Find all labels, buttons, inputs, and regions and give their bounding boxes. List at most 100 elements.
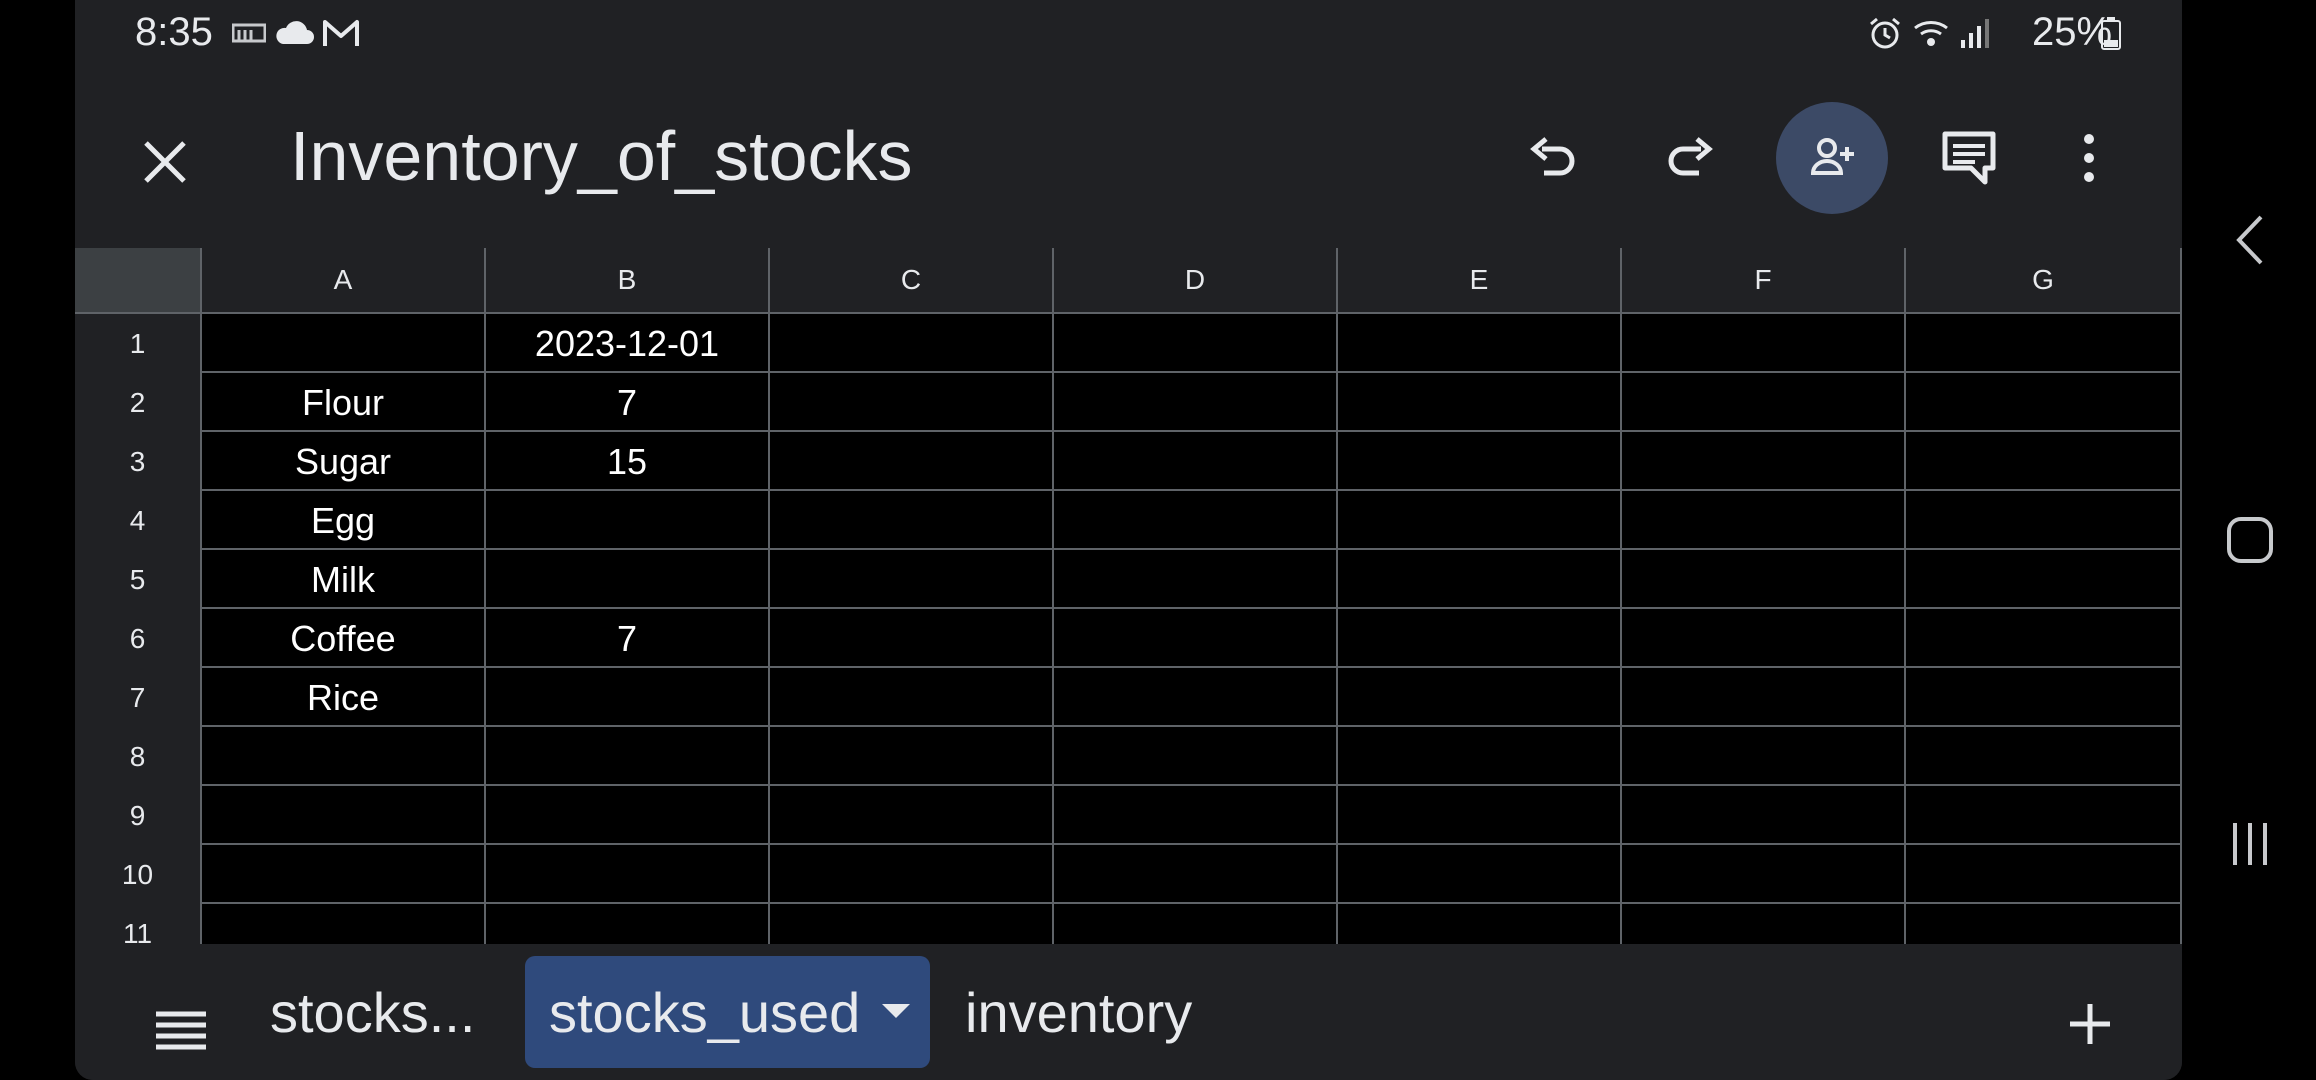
column-header-g[interactable]: G (1906, 248, 2182, 314)
row-header[interactable]: 5 (75, 550, 202, 609)
cell-d9[interactable] (1054, 786, 1338, 845)
cell-d4[interactable] (1054, 491, 1338, 550)
column-header-d[interactable]: D (1054, 248, 1338, 314)
cell-c3[interactable] (770, 432, 1054, 491)
column-header-c[interactable]: C (770, 248, 1054, 314)
cell-a9[interactable] (202, 786, 486, 845)
cell-e1[interactable] (1338, 314, 1622, 373)
document-title[interactable]: Inventory_of_stocks (290, 116, 913, 196)
cell-d3[interactable] (1054, 432, 1338, 491)
spreadsheet-grid[interactable]: ABCDEFG 1 2023-12-01 2 Flour 7 3 Sugar 15 4 Egg 5 M… (75, 248, 2182, 944)
cell-g6[interactable] (1906, 609, 2182, 668)
cell-f8[interactable] (1622, 727, 1906, 786)
cell-f6[interactable] (1622, 609, 1906, 668)
cell-d11[interactable] (1054, 904, 1338, 944)
sheet-tab-active[interactable]: stocks_used (525, 956, 930, 1068)
cell-b2[interactable]: 7 (486, 373, 770, 432)
cell-a2[interactable]: Flour (202, 373, 486, 432)
sheet-tab[interactable]: inventory (965, 956, 1265, 1068)
row-header[interactable]: 1 (75, 314, 202, 373)
cell-g1[interactable] (1906, 314, 2182, 373)
cell-g3[interactable] (1906, 432, 2182, 491)
cell-b5[interactable] (486, 550, 770, 609)
cell-c8[interactable] (770, 727, 1054, 786)
cell-a5[interactable]: Milk (202, 550, 486, 609)
cell-d6[interactable] (1054, 609, 1338, 668)
cell-b11[interactable] (486, 904, 770, 944)
add-sheet-button[interactable] (2050, 984, 2130, 1064)
cell-b6[interactable]: 7 (486, 609, 770, 668)
cell-e8[interactable] (1338, 727, 1622, 786)
close-button[interactable] (125, 122, 205, 202)
cell-c7[interactable] (770, 668, 1054, 727)
cell-b8[interactable] (486, 727, 770, 786)
cell-e2[interactable] (1338, 373, 1622, 432)
cell-c5[interactable] (770, 550, 1054, 609)
cell-c4[interactable] (770, 491, 1054, 550)
cell-d1[interactable] (1054, 314, 1338, 373)
cell-e3[interactable] (1338, 432, 1622, 491)
cell-c2[interactable] (770, 373, 1054, 432)
cell-f9[interactable] (1622, 786, 1906, 845)
home-button[interactable] (2204, 494, 2296, 586)
cell-e5[interactable] (1338, 550, 1622, 609)
back-button[interactable] (2204, 194, 2296, 286)
row-header[interactable]: 7 (75, 668, 202, 727)
cell-e11[interactable] (1338, 904, 1622, 944)
cell-d10[interactable] (1054, 845, 1338, 904)
cell-d8[interactable] (1054, 727, 1338, 786)
cell-e10[interactable] (1338, 845, 1622, 904)
cell-c9[interactable] (770, 786, 1054, 845)
recents-button[interactable] (2204, 798, 2296, 890)
row-header[interactable]: 4 (75, 491, 202, 550)
cell-a1[interactable] (202, 314, 486, 373)
cell-e6[interactable] (1338, 609, 1622, 668)
column-header-f[interactable]: F (1622, 248, 1906, 314)
cell-a11[interactable] (202, 904, 486, 944)
cell-f3[interactable] (1622, 432, 1906, 491)
cell-b7[interactable] (486, 668, 770, 727)
cell-g4[interactable] (1906, 491, 2182, 550)
sheet-tab[interactable]: stocks... (270, 956, 500, 1068)
row-header[interactable]: 11 (75, 904, 202, 944)
cell-c1[interactable] (770, 314, 1054, 373)
cell-b10[interactable] (486, 845, 770, 904)
cell-e7[interactable] (1338, 668, 1622, 727)
cell-e9[interactable] (1338, 786, 1622, 845)
cell-d2[interactable] (1054, 373, 1338, 432)
cell-a7[interactable]: Rice (202, 668, 486, 727)
cell-g5[interactable] (1906, 550, 2182, 609)
cell-b9[interactable] (486, 786, 770, 845)
cell-e4[interactable] (1338, 491, 1622, 550)
cell-g7[interactable] (1906, 668, 2182, 727)
row-header[interactable]: 3 (75, 432, 202, 491)
cell-c11[interactable] (770, 904, 1054, 944)
cell-b3[interactable]: 15 (486, 432, 770, 491)
cell-f4[interactable] (1622, 491, 1906, 550)
column-header-a[interactable]: A (202, 248, 486, 314)
cell-g11[interactable] (1906, 904, 2182, 944)
cell-c6[interactable] (770, 609, 1054, 668)
cell-g2[interactable] (1906, 373, 2182, 432)
row-header[interactable]: 8 (75, 727, 202, 786)
cell-f5[interactable] (1622, 550, 1906, 609)
cell-f10[interactable] (1622, 845, 1906, 904)
select-all-corner[interactable] (75, 248, 202, 314)
cell-d7[interactable] (1054, 668, 1338, 727)
row-header[interactable]: 6 (75, 609, 202, 668)
row-header[interactable]: 2 (75, 373, 202, 432)
cell-a10[interactable] (202, 845, 486, 904)
cell-f11[interactable] (1622, 904, 1906, 944)
cell-c10[interactable] (770, 845, 1054, 904)
cell-a6[interactable]: Coffee (202, 609, 486, 668)
cell-d5[interactable] (1054, 550, 1338, 609)
cell-f7[interactable] (1622, 668, 1906, 727)
cell-f1[interactable] (1622, 314, 1906, 373)
cell-g8[interactable] (1906, 727, 2182, 786)
more-options-button[interactable] (2033, 102, 2145, 214)
row-header[interactable]: 10 (75, 845, 202, 904)
dropdown-caret-icon[interactable] (882, 1004, 910, 1018)
cell-b1[interactable]: 2023-12-01 (486, 314, 770, 373)
cell-a3[interactable]: Sugar (202, 432, 486, 491)
cell-g9[interactable] (1906, 786, 2182, 845)
